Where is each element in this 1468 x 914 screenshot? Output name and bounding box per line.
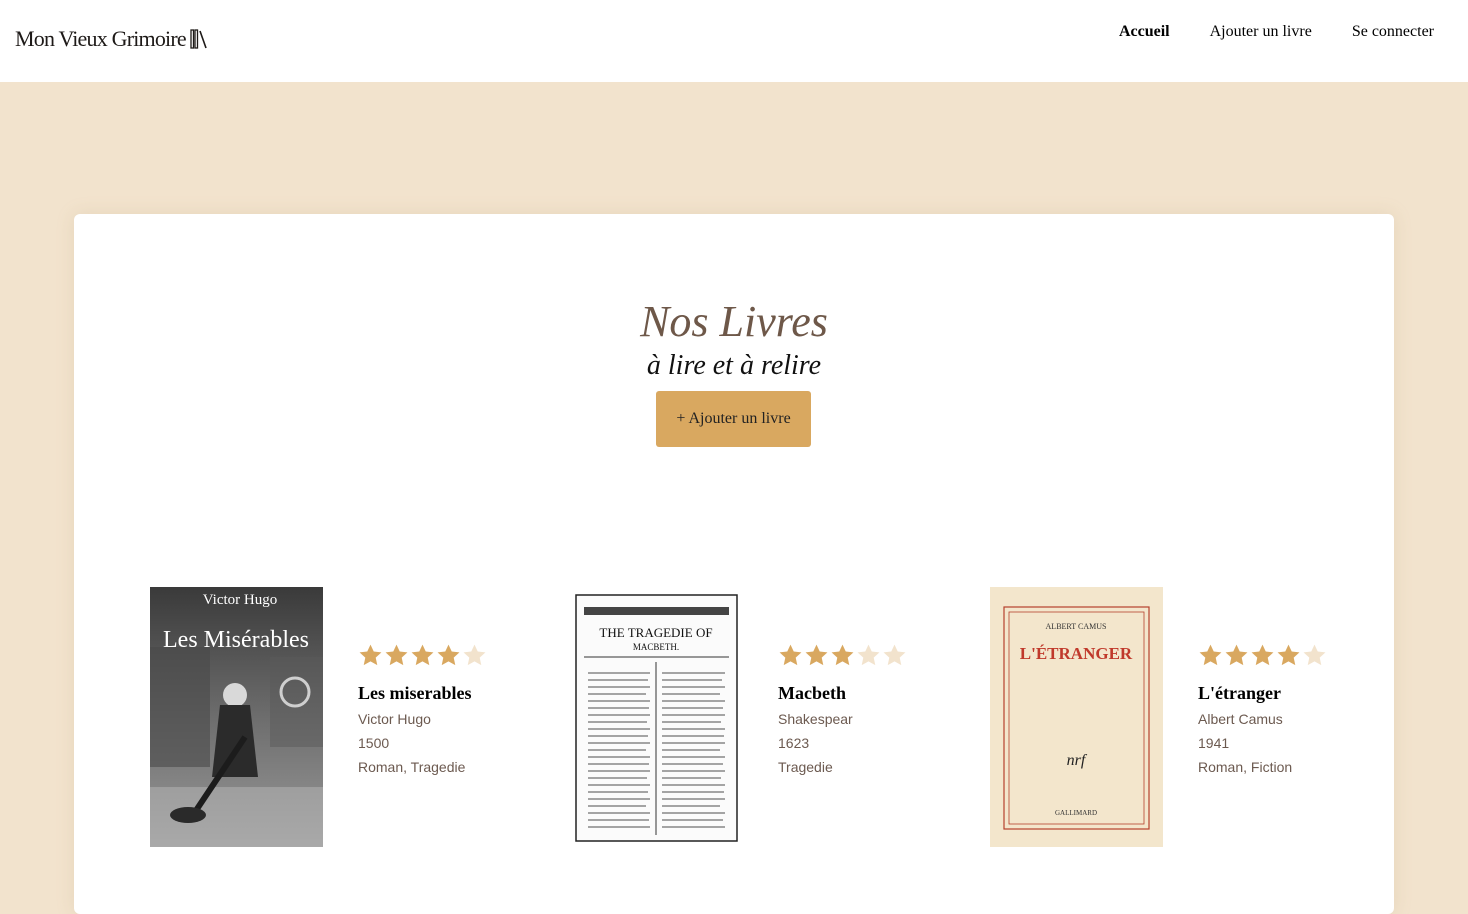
- rating-stars: [778, 643, 978, 669]
- book-info: Les miserables Victor Hugo 1500 Roman, T…: [358, 643, 558, 776]
- logo[interactable]: Mon Vieux Grimoire: [15, 26, 208, 52]
- cover-title: L'ÉTRANGER: [1020, 644, 1133, 663]
- book-year: 1941: [1198, 735, 1230, 751]
- book-title: L'étranger: [1198, 683, 1281, 703]
- star-filled-icon: [437, 644, 460, 666]
- cover-title: Les Misérables: [163, 627, 309, 653]
- book-author: Albert Camus: [1198, 711, 1283, 727]
- star-filled-icon: [385, 644, 408, 666]
- rating-stars: [1198, 643, 1398, 669]
- nav-se-connecter[interactable]: Se connecter: [1352, 23, 1434, 41]
- logo-text: Mon Vieux Grimoire: [15, 26, 187, 51]
- star-filled-icon: [1251, 644, 1274, 666]
- book-cover[interactable]: THE TRAGEDIE OF MACBETH.: [570, 587, 743, 847]
- cover-author: Victor Hugo: [203, 592, 278, 608]
- nav-ajouter-livre[interactable]: Ajouter un livre: [1210, 23, 1312, 41]
- star-empty-icon: [857, 644, 880, 666]
- star-filled-icon: [1225, 644, 1248, 666]
- book-year: 1623: [778, 735, 810, 751]
- book-year: 1500: [358, 735, 390, 751]
- star-filled-icon: [1277, 644, 1300, 666]
- book-genre: Roman, Tragedie: [358, 759, 466, 775]
- cover-publisher: GALLIMARD: [1055, 809, 1097, 817]
- star-empty-icon: [1303, 644, 1326, 666]
- star-filled-icon: [831, 644, 854, 666]
- star-filled-icon: [779, 644, 802, 666]
- header: Mon Vieux Grimoire Accueil Ajouter un li…: [0, 0, 1468, 82]
- add-book-button[interactable]: + Ajouter un livre: [656, 391, 811, 447]
- star-empty-icon: [463, 644, 486, 666]
- cover-subtitle: MACBETH.: [633, 642, 679, 652]
- books-panel: Nos Livres à lire et à relire + Ajouter …: [74, 214, 1394, 914]
- rating-stars: [358, 643, 558, 669]
- nav-accueil[interactable]: Accueil: [1119, 23, 1170, 41]
- cover-title: THE TRAGEDIE OF: [599, 625, 712, 640]
- star-filled-icon: [1199, 644, 1222, 666]
- book-title: Macbeth: [778, 683, 846, 703]
- book-cover[interactable]: Victor Hugo Les Misérables: [150, 587, 323, 847]
- star-filled-icon: [411, 644, 434, 666]
- cover-mark: nrf: [1067, 752, 1088, 769]
- star-empty-icon: [883, 644, 906, 666]
- book-info: Macbeth Shakespear 1623 Tragedie: [778, 643, 978, 776]
- book-info: L'étranger Albert Camus 1941 Roman, Fict…: [1198, 643, 1398, 776]
- star-filled-icon: [359, 644, 382, 666]
- books-icon: [190, 29, 207, 49]
- book-cover[interactable]: ALBERT CAMUS L'ÉTRANGER nrf GALLIMARD: [990, 587, 1163, 847]
- book-author: Victor Hugo: [358, 711, 431, 727]
- book-genre: Roman, Fiction: [1198, 759, 1293, 775]
- cover-author: ALBERT CAMUS: [1046, 622, 1107, 631]
- book-genre: Tragedie: [778, 759, 833, 775]
- book-author: Shakespear: [778, 711, 853, 727]
- book-title: Les miserables: [358, 683, 472, 703]
- star-filled-icon: [805, 644, 828, 666]
- main-nav: Accueil Ajouter un livre Se connecter: [1079, 23, 1434, 41]
- page-title: Nos Livres: [640, 297, 828, 346]
- page-subtitle: à lire et à relire: [646, 350, 822, 381]
